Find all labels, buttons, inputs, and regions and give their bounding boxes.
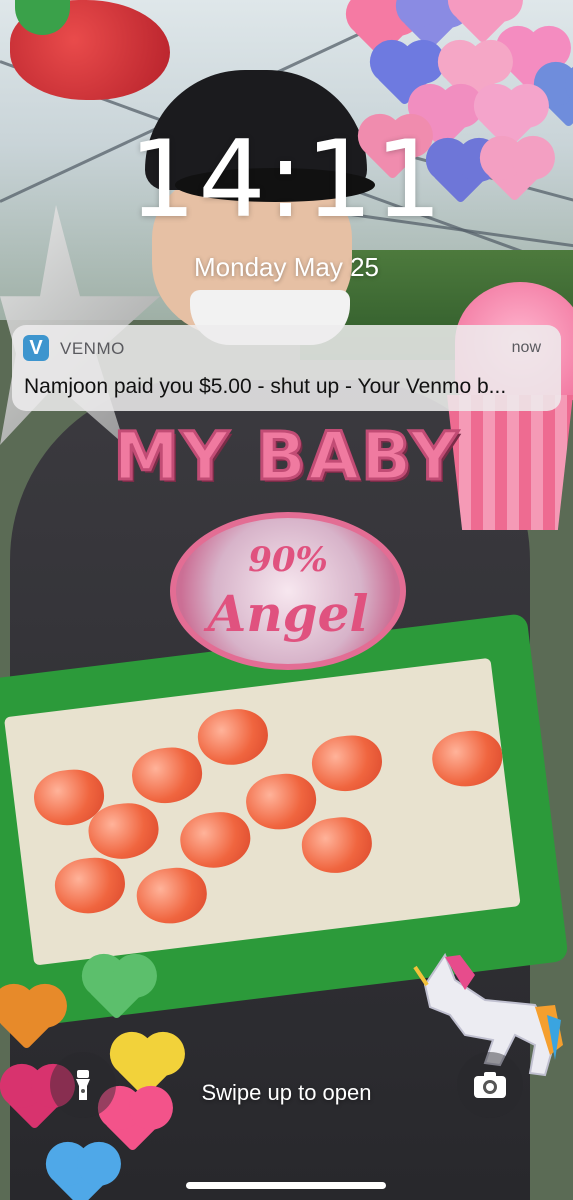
strawberry — [129, 743, 206, 808]
venmo-app-icon: V — [23, 335, 49, 361]
tray-inner — [3, 657, 521, 966]
lockscreen-time: 14:11 — [128, 118, 445, 241]
venmo-notification[interactable]: V VENMO now Namjoon paid you $5.00 - shu… — [12, 325, 561, 411]
strawberry — [194, 705, 272, 769]
strawberry — [51, 854, 129, 918]
badge-percent-text: 90% — [248, 540, 328, 580]
angel-patch-sticker: 90% Angel — [170, 512, 406, 670]
swipe-up-hint: Swipe up to open — [201, 1080, 372, 1105]
badge-angel-text: Angel — [207, 584, 369, 643]
strawberry — [243, 770, 320, 834]
notification-body: Namjoon paid you $5.00 - shut up - Your … — [24, 375, 507, 398]
notification-time: now — [511, 339, 541, 356]
strawberry — [429, 727, 506, 791]
home-indicator[interactable] — [186, 1182, 386, 1189]
strawberry — [177, 808, 254, 872]
strawberry — [298, 813, 376, 877]
lockscreen-date: Monday May 25 — [194, 252, 379, 282]
my-baby-sticker: MY BABY — [112, 417, 460, 497]
strawberry — [308, 731, 386, 796]
notification-app-name: VENMO — [60, 339, 125, 358]
strawberry — [133, 864, 211, 928]
